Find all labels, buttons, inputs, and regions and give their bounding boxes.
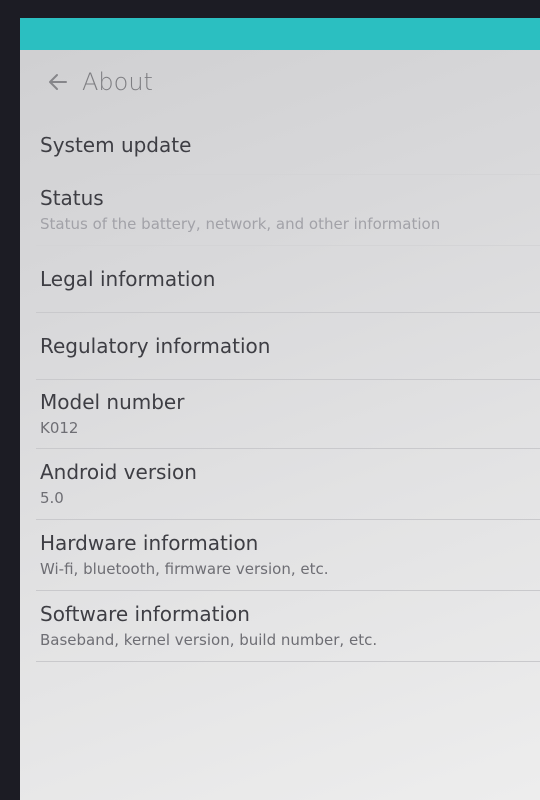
about-screen: About System update Status Status of the…	[20, 18, 540, 800]
item-legal-information[interactable]: Legal information	[20, 246, 540, 312]
item-summary: 5.0	[40, 489, 64, 507]
item-title: Regulatory information	[40, 334, 271, 358]
item-summary: Status of the battery, network, and othe…	[40, 215, 441, 233]
item-system-update[interactable]: System update	[20, 116, 540, 174]
page-title: About	[82, 68, 153, 96]
item-android-version[interactable]: Android version 5.0	[20, 449, 540, 519]
status-bar	[20, 18, 540, 50]
item-title: Android version	[40, 460, 197, 484]
item-title: Legal information	[40, 267, 216, 291]
item-title: Software information	[40, 602, 250, 626]
item-summary: Baseband, kernel version, build number, …	[40, 631, 378, 649]
item-software-information[interactable]: Software information Baseband, kernel ve…	[20, 591, 540, 661]
item-title: Model number	[40, 390, 185, 414]
item-summary: K012	[40, 419, 79, 437]
back-arrow-icon[interactable]	[44, 68, 72, 96]
divider	[36, 661, 540, 662]
settings-list: System update Status Status of the batte…	[20, 116, 540, 662]
item-summary: Wi-fi, bluetooth, firmware version, etc.	[40, 560, 329, 578]
item-title: Hardware information	[40, 531, 259, 555]
item-title: Status	[40, 186, 104, 210]
app-bar: About	[20, 50, 540, 114]
item-regulatory-information[interactable]: Regulatory information	[20, 313, 540, 379]
item-model-number[interactable]: Model number K012	[20, 380, 540, 448]
item-hardware-information[interactable]: Hardware information Wi-fi, bluetooth, f…	[20, 520, 540, 590]
item-status[interactable]: Status Status of the battery, network, a…	[20, 175, 540, 245]
item-title: System update	[40, 133, 192, 157]
